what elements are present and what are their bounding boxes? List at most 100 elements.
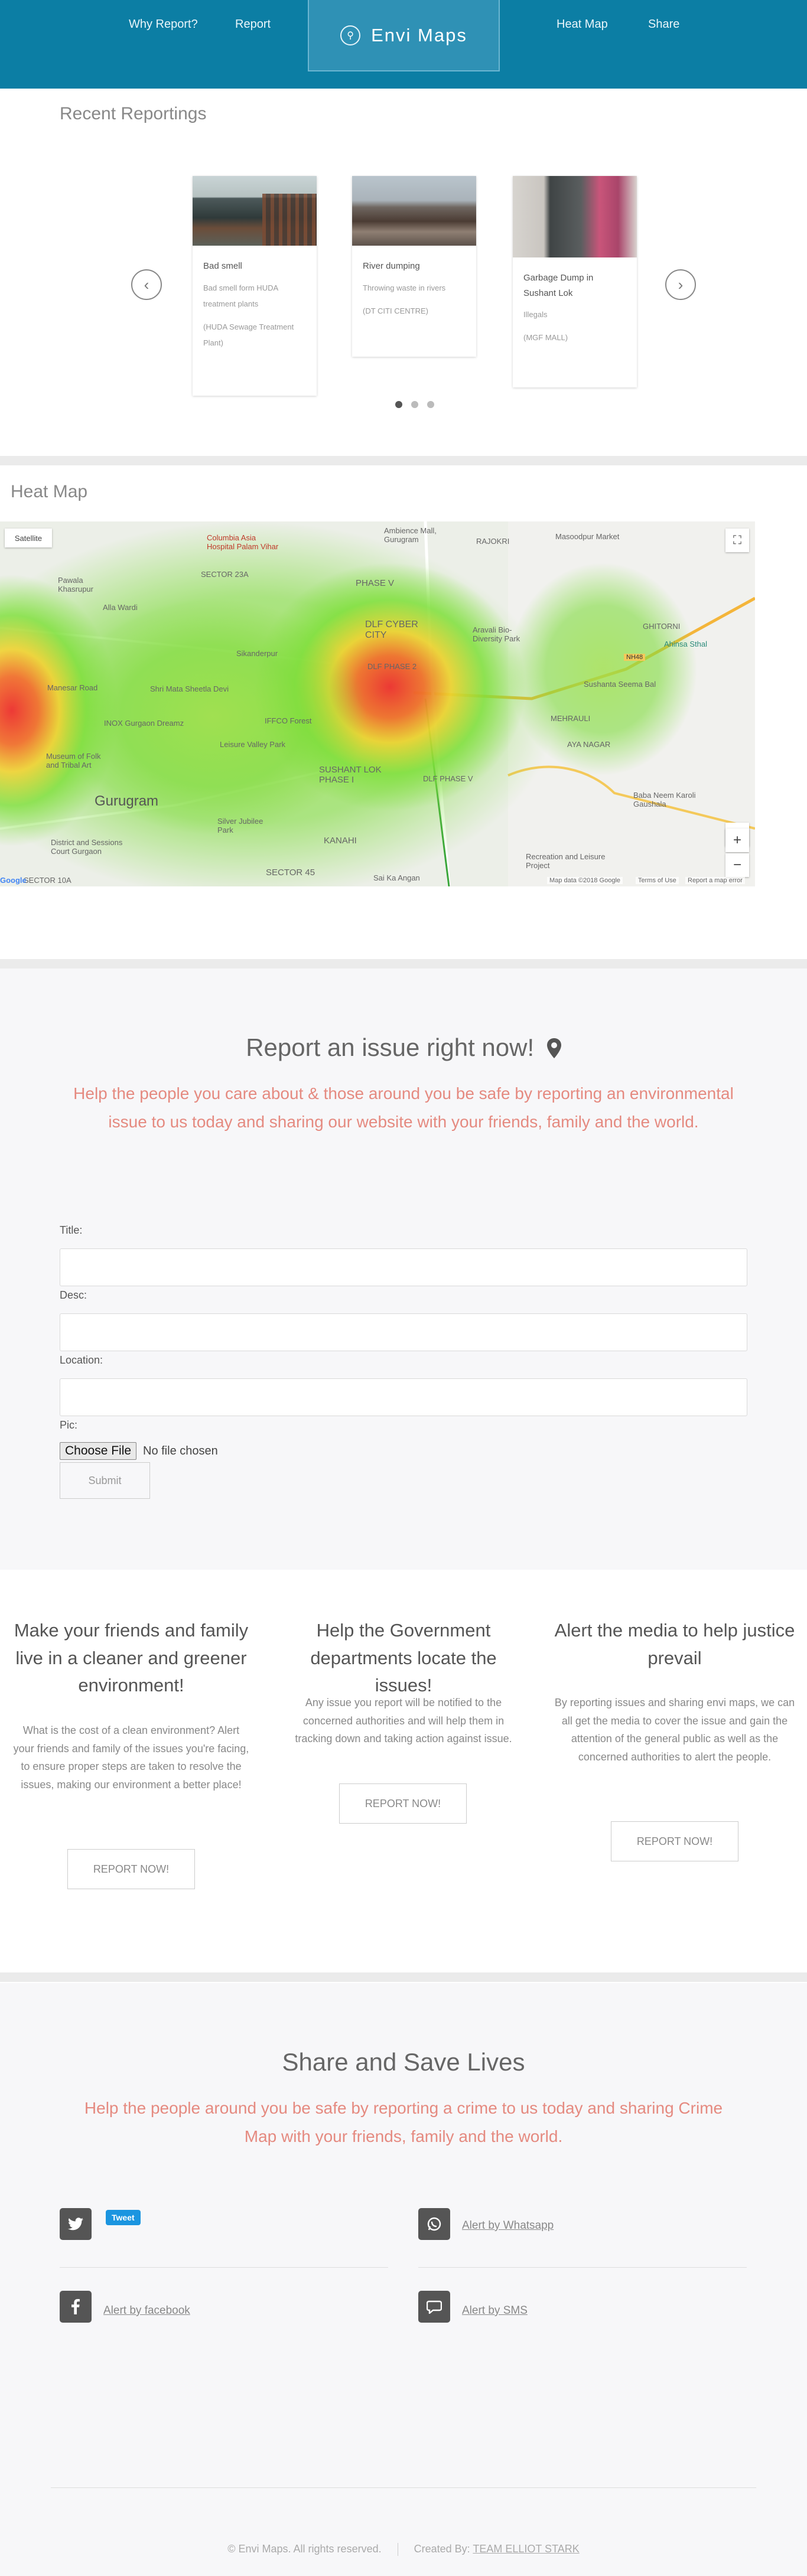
facebook-icon[interactable] xyxy=(60,2291,92,2323)
map-place-label: Masoodpur Market xyxy=(555,532,620,541)
map-place-label: Leisure Valley Park xyxy=(220,740,286,749)
file-status: No file chosen xyxy=(143,1444,218,1457)
map-place-label: Museum of Folk and Tribal Art xyxy=(46,752,101,769)
nav-report[interactable]: Report xyxy=(235,18,271,31)
map-place-label: Gurugram xyxy=(95,793,159,809)
report-card[interactable]: River dumping Throwing waste in rivers (… xyxy=(352,176,476,357)
footer-divider xyxy=(51,2487,756,2488)
nav-why-report[interactable]: Why Report? xyxy=(129,18,198,31)
map-place-label: SECTOR 10A xyxy=(24,876,71,885)
map-place-label: GHITORNI xyxy=(643,622,681,631)
nav-heat-map[interactable]: Heat Map xyxy=(557,18,608,31)
carousel-dot[interactable] xyxy=(427,401,434,408)
divider xyxy=(418,2267,747,2268)
footer-created-by: Created By: xyxy=(414,2543,470,2555)
report-card[interactable]: Garbage Dump in Sushant Lok Illegals (MG… xyxy=(513,176,637,387)
fullscreen-icon[interactable]: ⛶ xyxy=(725,529,749,552)
map-place-label: SECTOR 23A xyxy=(201,570,249,579)
desc-label: Desc: xyxy=(60,1289,87,1301)
tweet-button[interactable]: Tweet xyxy=(106,2210,141,2225)
map-place-label: NH48 xyxy=(624,654,646,661)
location-label: Location: xyxy=(60,1354,103,1366)
map-place-label: Sai Ka Angan xyxy=(373,873,420,882)
share-heading: Share and Save Lives xyxy=(282,2048,525,2076)
report-now-button[interactable]: REPORT NOW! xyxy=(67,1849,195,1889)
zoom-in-button[interactable]: + xyxy=(725,829,749,852)
carousel-prev-arrow-icon[interactable]: ‹ xyxy=(131,269,162,300)
map-attribution: Map data ©2018 Google xyxy=(547,877,623,884)
report-now-button[interactable]: REPORT NOW! xyxy=(339,1783,467,1824)
map-place-label: Sikanderpur xyxy=(236,649,278,658)
map-place-label: RAJOKRI xyxy=(476,537,510,546)
zoom-out-button[interactable]: − xyxy=(725,853,749,877)
satellite-toggle[interactable]: Satellite xyxy=(5,529,52,547)
map-place-label: MEHRAULI xyxy=(551,714,591,723)
carousel-dot[interactable] xyxy=(395,401,402,408)
report-card-location: (HUDA Sewage Treatment Plant) xyxy=(203,322,294,348)
map-pin-icon: ⚲ xyxy=(340,25,361,45)
nav-share[interactable]: Share xyxy=(648,18,679,31)
brand-logo-block[interactable]: ⚲ Envi Maps xyxy=(308,0,500,71)
location-input[interactable] xyxy=(60,1378,747,1416)
map-place-label: Ambience Mall, Gurugram xyxy=(384,526,437,544)
feature-text: Any issue you report will be notified to… xyxy=(295,1697,512,1745)
report-card-photo xyxy=(352,176,476,246)
map-place-label: SECTOR 45 xyxy=(266,868,315,878)
sms-icon[interactable] xyxy=(418,2291,450,2323)
report-card[interactable]: Bad smell Bad smell form HUDA treatment … xyxy=(193,176,317,396)
footer: © Envi Maps. All rights reserved. Create… xyxy=(0,2543,807,2557)
section-divider xyxy=(0,456,807,465)
map-place-label: DLF PHASE 2 xyxy=(367,662,417,671)
map-terms-link[interactable]: Terms of Use xyxy=(636,877,679,884)
feature-title: Make your friends and family live in a c… xyxy=(14,1620,249,1695)
report-card-location: (DT CITI CENTRE) xyxy=(363,306,428,315)
twitter-icon[interactable] xyxy=(60,2208,92,2240)
choose-file-button[interactable]: Choose File xyxy=(60,1442,137,1460)
map-place-label: Pawala Khasrupur xyxy=(58,576,93,594)
heat-map-svg xyxy=(0,521,755,886)
title-input[interactable] xyxy=(60,1248,747,1286)
heat-map-canvas[interactable]: Satellite ⛶ ♟ + − Columbia Asia Hospital… xyxy=(0,521,755,886)
map-place-label: Sushanta Seema Bal xyxy=(584,680,656,689)
map-place-label: INOX Gurgaon Dreamz xyxy=(104,719,184,728)
recent-reportings-title: Recent Reportings xyxy=(60,104,207,123)
map-place-label: Baba Neem Karoli Gaushala xyxy=(633,791,696,808)
report-lead: Help the people you care about & those a… xyxy=(73,1084,734,1131)
whatsapp-alert-link[interactable]: Alert by Whatsapp xyxy=(462,2219,554,2232)
footer-team-link[interactable]: TEAM ELLIOT STARK xyxy=(473,2543,579,2555)
divider xyxy=(60,2267,388,2268)
brand-name: Envi Maps xyxy=(371,24,467,45)
report-heading-text: Report an issue right now! xyxy=(246,1033,535,1061)
report-card-desc: Bad smell form HUDA treatment plants xyxy=(203,283,278,308)
carousel-dot[interactable] xyxy=(411,401,418,408)
map-place-label: Recreation and Leisure Project xyxy=(526,852,606,870)
map-place-label: Shri Mata Sheetla Devi xyxy=(150,684,229,693)
report-card-photo xyxy=(513,176,637,257)
map-place-label: Manesar Road xyxy=(47,683,98,692)
report-heading: Report an issue right now! xyxy=(0,1033,807,1062)
whatsapp-icon[interactable] xyxy=(418,2208,450,2240)
map-place-label: IFFCO Forest xyxy=(265,716,312,725)
map-marker-icon xyxy=(546,1036,561,1058)
report-card-desc: Illegals xyxy=(523,310,548,319)
facebook-alert-link[interactable]: Alert by facebook xyxy=(103,2304,190,2317)
title-label: Title: xyxy=(60,1224,83,1236)
share-lead: Help the people around you be safe by re… xyxy=(84,2099,723,2145)
map-report-error-link[interactable]: Report a map error xyxy=(685,877,745,884)
carousel-next-arrow-icon[interactable]: › xyxy=(665,269,696,300)
feature-text: What is the cost of a clean environment?… xyxy=(13,1724,249,1791)
submit-button[interactable]: Submit xyxy=(60,1462,150,1499)
top-navbar: Why Report? Report ⚲ Envi Maps Heat Map … xyxy=(0,0,807,89)
map-place-label: DLF PHASE V xyxy=(423,774,473,783)
desc-input[interactable] xyxy=(60,1313,747,1351)
report-now-button[interactable]: REPORT NOW! xyxy=(611,1821,738,1861)
feature-title: Help the Government departments locate t… xyxy=(310,1620,497,1695)
sms-alert-link[interactable]: Alert by SMS xyxy=(462,2304,528,2317)
pic-label: Pic: xyxy=(60,1419,78,1431)
map-place-label: Silver Jubilee Park xyxy=(217,817,263,834)
map-place-label: KANAHI xyxy=(324,836,357,846)
heat-map-title: Heat Map xyxy=(11,482,88,501)
share-section: Share and Save Lives Help the people aro… xyxy=(0,1983,807,2576)
map-place-label: PHASE V xyxy=(356,578,395,588)
report-card-title: Bad smell xyxy=(203,261,242,271)
